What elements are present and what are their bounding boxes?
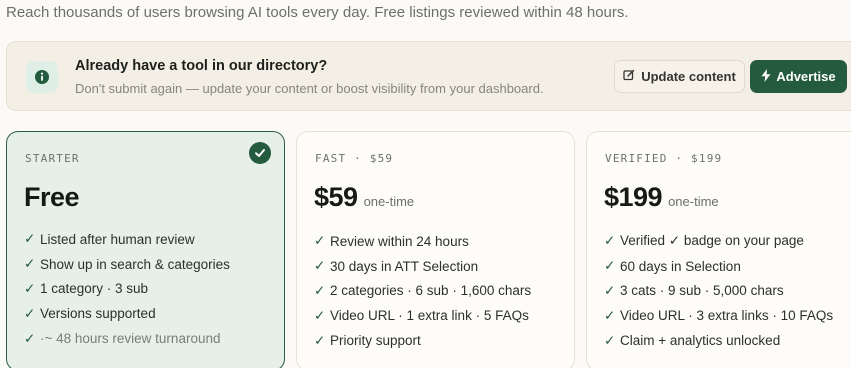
plan-eyebrow: STARTER — [25, 152, 80, 165]
check-icon: ✓ — [604, 258, 616, 274]
update-content-label: Update content — [641, 69, 736, 84]
advertise-button[interactable]: Advertise — [750, 60, 847, 93]
advertise-label: Advertise — [776, 69, 836, 84]
check-icon: ✓ — [604, 307, 616, 323]
feature-item: ✓ 60 days in Selection — [604, 258, 741, 274]
check-icon: ✓ — [24, 256, 36, 272]
check-icon: ✓ — [24, 330, 36, 346]
feature-item: ✓ Versions supported — [24, 305, 156, 322]
check-icon: ✓ — [24, 305, 36, 321]
feature-item: ✓ 3 cats · 9 sub · 5,000 chars — [604, 282, 784, 299]
update-content-button[interactable]: Update content — [614, 60, 745, 93]
feature-item: ✓ Show up in search & categories — [24, 256, 230, 272]
plan-card-starter[interactable]: STARTER Free ✓ Listed after human review … — [6, 131, 285, 368]
check-icon: ✓ — [314, 233, 326, 249]
check-icon: ✓ — [604, 332, 616, 348]
feature-item: ✓ Review within 24 hours — [314, 233, 469, 249]
plan-price-suffix: one-time — [363, 194, 415, 209]
feature-item: ✓ ·~ 48 hours review turnaround — [24, 330, 221, 347]
plan-price-suffix: one-time — [668, 194, 719, 209]
plan-eyebrow: VERIFIED · $199 — [605, 152, 723, 165]
check-icon: ✓ — [314, 258, 326, 274]
plan-price: Free — [24, 182, 80, 212]
feature-item: ✓ Claim + analytics unlocked — [604, 332, 781, 349]
banner-title: Already have a tool in our directory? — [75, 58, 328, 74]
edit-icon — [623, 69, 635, 84]
plan-card-verified[interactable]: VERIFIED · $199 $199 one-time ✓ Verified … — [586, 131, 851, 368]
plan-eyebrow: FAST · $59 — [315, 152, 394, 165]
check-icon: ✓ — [24, 280, 36, 296]
page-subtitle: Reach thousands of users browsing AI too… — [6, 4, 629, 21]
feature-item: ✓ 2 categories · 6 sub · 1,600 chars — [314, 282, 532, 299]
lightning-icon — [761, 68, 771, 85]
check-icon: ✓ — [604, 282, 616, 298]
feature-item: ✓ Video URL · 3 extra links · 10 FAQs — [604, 307, 834, 324]
plan-price: $199 — [604, 182, 663, 212]
selected-check-icon — [249, 142, 271, 164]
feature-item: ✓ Priority support — [314, 332, 421, 349]
feature-item: ✓ 30 days in ATT Selection — [314, 258, 479, 274]
plan-price: $59 — [314, 182, 358, 212]
check-icon: ✓ — [314, 282, 326, 298]
feature-item: ✓ 1 category · 3 sub — [24, 280, 149, 297]
feature-item: ✓ Listed after human review — [24, 231, 195, 247]
feature-item: ✓ Verified ✓ badge on your page — [604, 233, 804, 249]
info-icon — [26, 61, 58, 93]
existing-tool-banner: Already have a tool in our directory? Do… — [6, 41, 851, 111]
check-icon: ✓ — [24, 231, 36, 247]
plan-card-fast[interactable]: FAST · $59 $59 one-time ✓ Review within 2… — [296, 131, 575, 368]
check-icon: ✓ — [604, 233, 616, 249]
feature-item: ✓ Video URL · 1 extra link · 5 FAQs — [314, 307, 529, 324]
check-icon: ✓ — [314, 332, 326, 348]
banner-description: Don't submit again — update your content… — [75, 81, 544, 96]
check-icon: ✓ — [314, 307, 326, 323]
